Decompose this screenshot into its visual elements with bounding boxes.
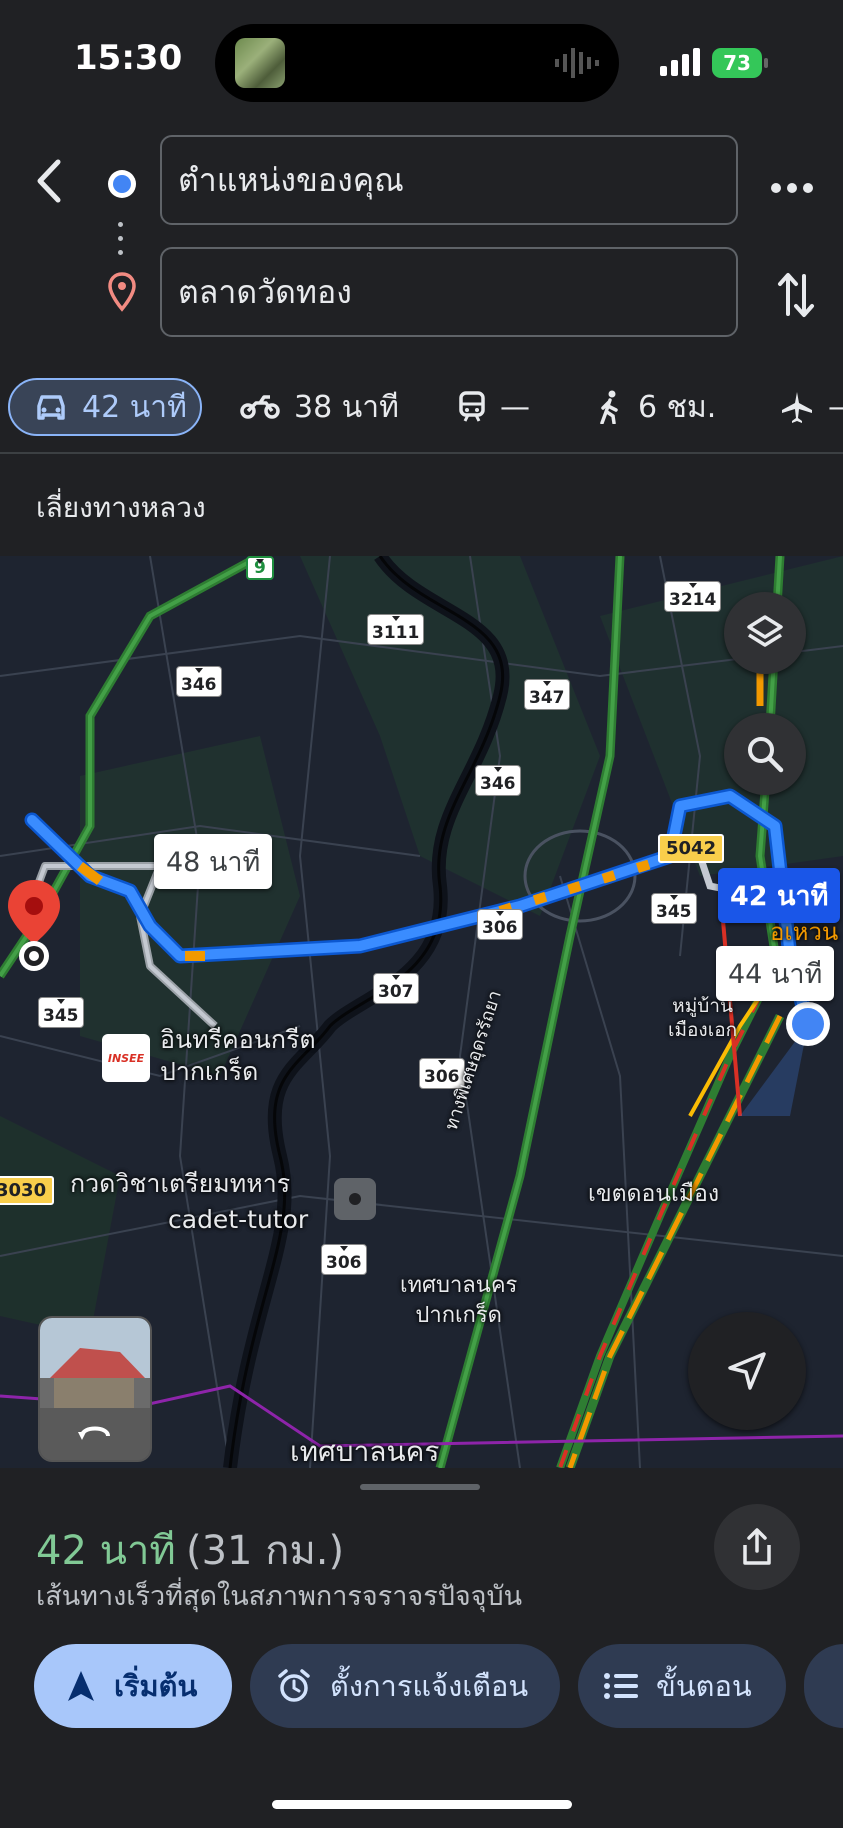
tab-transit[interactable]: — xyxy=(458,372,530,442)
map-label-municipality-2: เทศบาลนคร xyxy=(290,1435,440,1468)
travel-mode-tabs: 42 นาที 38 นาที — 6 ชม. — xyxy=(0,372,843,442)
destination-pin-icon xyxy=(108,272,136,312)
start-navigation-button[interactable]: เริ่มต้น xyxy=(34,1644,232,1728)
route-duration: 42 นาที xyxy=(36,1528,176,1574)
route-shield: 346 xyxy=(176,666,222,697)
tabs-divider xyxy=(0,452,843,454)
tab-motorbike[interactable]: 38 นาที xyxy=(240,372,399,442)
list-icon xyxy=(604,1673,638,1699)
route-option-note: เลี่ยงทางหลวง xyxy=(36,491,206,524)
navigation-arrow-icon xyxy=(728,1352,766,1390)
reminder-label: ตั้งการแจ้งเตือน xyxy=(330,1669,529,1703)
tab-transit-label: — xyxy=(500,389,530,425)
origin-field[interactable]: ตำแหน่งของคุณ xyxy=(160,135,738,225)
route-shield: 306 xyxy=(477,909,523,940)
tab-motorbike-label: 38 นาที xyxy=(294,389,399,425)
cellular-signal-icon xyxy=(660,48,700,76)
insee-logo: INSEE xyxy=(102,1034,150,1082)
share-icon xyxy=(743,1528,771,1565)
layers-button[interactable] xyxy=(724,592,806,674)
home-indicator xyxy=(272,1800,572,1809)
car-icon xyxy=(37,395,65,420)
battery-cap xyxy=(764,58,768,68)
map-label-donmueang: เขตดอนเมือง xyxy=(588,1181,720,1207)
map-view[interactable]: 3214 3111 346 347 346 306 307 306 306 34… xyxy=(0,556,843,1468)
route-distance: (31 กม.) xyxy=(186,1528,345,1574)
search-along-route-button[interactable] xyxy=(724,713,806,795)
tab-flight[interactable]: — xyxy=(780,372,843,442)
route-shield: 345 xyxy=(651,893,697,924)
swap-direction-icon[interactable] xyxy=(776,270,816,320)
yellow-route-shield: 3030 xyxy=(0,1176,55,1205)
primary-route-callout[interactable]: 42 นาที xyxy=(718,868,841,923)
now-playing-thumbnail xyxy=(235,38,285,88)
sheet-drag-handle[interactable] xyxy=(360,1484,480,1490)
destination-field[interactable]: ตลาดวัดทอง xyxy=(160,247,738,337)
back-arrow-icon[interactable] xyxy=(30,156,70,206)
tab-driving[interactable]: 42 นาที xyxy=(8,378,202,436)
steps-button[interactable]: ขั้นตอน xyxy=(578,1644,786,1728)
map-label-tutor: กวดวิชาเตรียมทหาร xyxy=(70,1169,291,1198)
tab-flight-label: — xyxy=(828,390,843,425)
tab-walking-label: 6 ชม. xyxy=(638,389,717,425)
alt-route-callout-2[interactable]: 44 นาที xyxy=(716,946,835,1001)
set-reminder-button[interactable]: ตั้งการแจ้งเตือน xyxy=(250,1644,560,1728)
route-shield: 347 xyxy=(524,679,570,710)
navigation-button[interactable] xyxy=(688,1312,806,1430)
route-connector-dots xyxy=(118,222,124,264)
map-label-village: หมู่บ้าน เมืองเอก xyxy=(668,995,738,1041)
audio-wave-icon xyxy=(555,48,599,78)
route-subtitle: เส้นทางเร็วที่สุดในสภาพการจราจรปัจจุบัน xyxy=(36,1581,523,1612)
train-icon xyxy=(459,391,485,422)
start-label: เริ่มต้น xyxy=(114,1669,198,1703)
more-options-icon[interactable] xyxy=(770,178,814,198)
battery-indicator: 73 xyxy=(712,48,762,78)
highway-shield: 9 xyxy=(246,556,274,580)
route-shield: 307 xyxy=(373,973,419,1004)
street-view-thumbnail[interactable] xyxy=(38,1316,152,1462)
tab-driving-label: 42 นาที xyxy=(82,389,187,425)
share-button[interactable] xyxy=(714,1504,800,1590)
layers-icon xyxy=(747,615,783,647)
airplane-icon xyxy=(782,392,812,423)
walking-icon xyxy=(600,390,618,424)
route-shield: 345 xyxy=(38,997,84,1028)
route-shield: 306 xyxy=(321,1244,367,1275)
steps-label: ขั้นตอน xyxy=(656,1669,752,1703)
motorbike-icon xyxy=(240,395,280,419)
alarm-clock-icon xyxy=(278,1669,310,1702)
map-label-insee: อินทรีคอนกรีต ปากเกร็ด xyxy=(160,1025,316,1086)
destination-map-pin-icon[interactable] xyxy=(4,878,64,978)
search-icon xyxy=(748,737,784,773)
map-label-tutor-en: cadet-tutor xyxy=(168,1205,309,1234)
navigation-arrow-icon xyxy=(68,1671,94,1701)
route-shield: 3111 xyxy=(367,614,425,645)
tab-walking[interactable]: 6 ชม. xyxy=(596,372,716,442)
map-label-municipality: เทศบาลนคร ปากเกร็ด xyxy=(400,1273,518,1328)
route-shield: 3214 xyxy=(664,581,722,612)
alt-route-callout[interactable]: 48 นาที xyxy=(154,834,273,889)
poi-marker-icon[interactable] xyxy=(334,1178,376,1220)
origin-dot-inner xyxy=(113,175,131,193)
yellow-route-shield: 5042 xyxy=(658,834,725,863)
status-time: 15:30 xyxy=(74,38,183,78)
route-shield: 346 xyxy=(475,765,521,796)
